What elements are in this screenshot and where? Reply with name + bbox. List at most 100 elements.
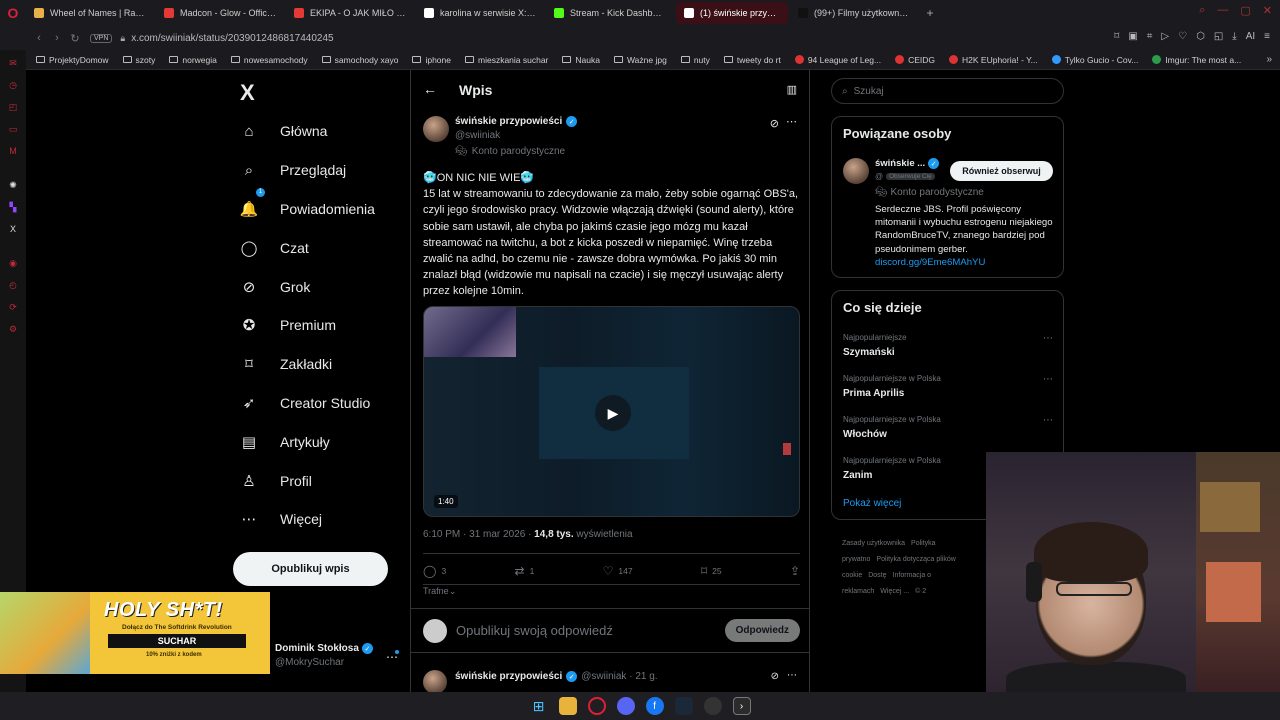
sidebar-chatgpt-icon[interactable]: ✺ bbox=[0, 174, 26, 196]
search-icon[interactable]: ⌕ bbox=[1199, 4, 1205, 17]
related-handle[interactable]: @ bbox=[875, 172, 883, 181]
trend-more-icon[interactable]: ⋯ bbox=[1043, 415, 1053, 426]
browser-tab[interactable]: Stream - Kick Dashboard bbox=[546, 2, 674, 24]
sort-replies-dropdown[interactable]: Trafne⌄ bbox=[423, 586, 456, 597]
show-more-link[interactable]: Pokaż więcej bbox=[843, 498, 901, 509]
author-name[interactable]: świńskie przypowieści bbox=[455, 116, 562, 127]
sidebar-clock-icon[interactable]: ◴ bbox=[0, 274, 26, 296]
bookmarks-overflow-icon[interactable]: » bbox=[1266, 54, 1272, 65]
sidebar-bag-icon[interactable]: ◰ bbox=[0, 96, 26, 118]
bookmark-item[interactable]: Tylko Gucio - Cov... bbox=[1051, 55, 1138, 65]
steam-icon[interactable] bbox=[674, 697, 693, 715]
url-field[interactable]: x.com/swiiniak/status/203901248681744024… bbox=[131, 33, 333, 44]
author-handle[interactable]: @swiiniak bbox=[455, 130, 500, 141]
footer-link[interactable]: © 2 bbox=[915, 588, 926, 595]
bookmark-item[interactable]: ProjektyDomow bbox=[36, 55, 109, 65]
nav-item[interactable]: ♙ Profil bbox=[232, 461, 375, 500]
reply-input[interactable]: Opublikuj swoją odpowiedź bbox=[456, 623, 613, 638]
author-name-row[interactable]: świńskie przypowieści ✓ bbox=[455, 116, 578, 127]
bookmark-page-icon[interactable]: ⌑ bbox=[1114, 31, 1119, 42]
bookmark-item[interactable]: mieszkania suchar bbox=[465, 55, 548, 65]
maximize-button[interactable]: ▢ bbox=[1240, 4, 1250, 17]
footer-link[interactable]: Więcej ... bbox=[880, 588, 909, 595]
wallet-icon[interactable]: ◱ bbox=[1214, 31, 1223, 42]
reply-button[interactable]: Odpowiedz bbox=[724, 619, 800, 642]
repost-action[interactable]: ⇄ 1 bbox=[515, 564, 535, 578]
user-avatar[interactable] bbox=[423, 619, 447, 643]
reply-action[interactable]: ◯ 3 bbox=[423, 564, 446, 578]
browser-tab[interactable]: Wheel of Names | Random bbox=[26, 2, 154, 24]
ai-button[interactable]: AI bbox=[1246, 31, 1255, 42]
back-arrow-icon[interactable]: ← bbox=[423, 81, 437, 97]
nav-item[interactable]: 🔔 1 Powiadomienia bbox=[232, 187, 375, 229]
bookmark-item[interactable]: Nauka bbox=[562, 55, 600, 65]
bookmark-item[interactable]: CEIDG bbox=[895, 55, 935, 65]
grok-icon[interactable]: ⊘ bbox=[770, 117, 779, 130]
grok-icon[interactable]: ⊘ bbox=[771, 671, 779, 682]
like-action[interactable]: ♡ 147 bbox=[603, 564, 633, 578]
bookmark-item[interactable]: Ważne jpg bbox=[613, 55, 667, 65]
reply-author-name[interactable]: świńskie przypowieści bbox=[455, 671, 562, 682]
reload-icon[interactable]: ↻ bbox=[66, 32, 84, 45]
nav-item[interactable]: ➶ Creator Studio bbox=[232, 384, 375, 423]
reply-author-row[interactable]: świńskie przypowieści ✓ @swiiniak · 21 g… bbox=[455, 671, 658, 682]
video-player[interactable]: ▶ 1:40 bbox=[423, 306, 800, 517]
play-button[interactable]: ▶ bbox=[595, 395, 631, 431]
forward-arrow-icon[interactable]: › bbox=[48, 32, 66, 44]
sidebar-sync-icon[interactable]: ⟳ bbox=[0, 296, 26, 318]
browser-tab[interactable]: Madcon - Glow - Official I bbox=[156, 2, 284, 24]
sidebar-x-icon[interactable]: X bbox=[0, 218, 26, 240]
nav-item[interactable]: ▤ Artykuły bbox=[232, 422, 375, 461]
play-icon[interactable]: ▷ bbox=[1161, 31, 1169, 42]
terminal-icon[interactable]: › bbox=[732, 697, 751, 715]
post-more-icon[interactable]: ⋯ bbox=[786, 115, 797, 128]
footer-link[interactable]: Zasady użytkownika bbox=[842, 540, 905, 547]
related-avatar[interactable] bbox=[843, 158, 869, 184]
trend-item[interactable]: Najpopularniejsze w Polska Włochów ⋯ bbox=[843, 415, 1053, 440]
nav-item[interactable]: ⌑ Zakładki bbox=[232, 345, 375, 384]
bookmark-item[interactable]: nuty bbox=[680, 55, 710, 65]
share-action[interactable]: ⇪ bbox=[790, 564, 800, 578]
crop-icon[interactable]: ⌗ bbox=[1147, 31, 1153, 42]
sidebar-player-icon[interactable]: ◉ bbox=[0, 252, 26, 274]
sidebar-history-icon[interactable]: ◷ bbox=[0, 74, 26, 96]
nav-item[interactable]: ✪ Premium bbox=[232, 306, 375, 345]
new-tab-button[interactable]: + bbox=[920, 6, 940, 20]
discord-icon[interactable] bbox=[616, 697, 635, 715]
bookmark-item[interactable]: szoty bbox=[122, 55, 155, 65]
related-name-row[interactable]: świńskie ... ✓ bbox=[875, 158, 940, 169]
reader-mode-icon[interactable]: ▥ bbox=[787, 83, 797, 96]
reply-author-avatar[interactable] bbox=[423, 670, 447, 692]
footer-link[interactable]: Dostę bbox=[868, 572, 886, 579]
minimize-button[interactable]: — bbox=[1217, 4, 1228, 17]
obs-icon[interactable] bbox=[703, 697, 722, 715]
account-switcher[interactable]: Dominik Stokłosa ✓ @MokrySuchar bbox=[275, 643, 373, 668]
sidebar-twitch-icon[interactable]: ▚ bbox=[0, 196, 26, 218]
nav-item[interactable]: ◯ Czat bbox=[232, 228, 375, 267]
snapshot-icon[interactable]: ▣ bbox=[1128, 31, 1137, 42]
facebook-icon[interactable]: f bbox=[645, 697, 664, 715]
nav-item[interactable]: ⌂ Główna bbox=[232, 112, 375, 151]
post-button[interactable]: Opublikuj wpis bbox=[233, 552, 388, 586]
sidebar-messenger-icon[interactable]: ✉ bbox=[0, 52, 26, 74]
back-arrow-icon[interactable]: ‹ bbox=[30, 32, 48, 44]
bookmark-item[interactable]: H2K EUphoria! - Y... bbox=[949, 55, 1038, 65]
bookmark-item[interactable]: tweety do rt bbox=[723, 55, 781, 65]
nav-item[interactable]: ⋯ Więcej bbox=[232, 500, 375, 539]
nav-item[interactable]: ⌕ Przeglądaj bbox=[232, 151, 375, 190]
reply-author-handle[interactable]: @swiiniak · 21 g. bbox=[581, 671, 657, 682]
opera-taskbar-icon[interactable] bbox=[587, 697, 606, 715]
opera-logo-icon[interactable]: O bbox=[0, 0, 26, 26]
bookmark-item[interactable]: 94 League of Leg... bbox=[794, 55, 881, 65]
trend-more-icon[interactable]: ⋯ bbox=[1043, 333, 1053, 344]
vpn-badge[interactable]: VPN bbox=[90, 33, 113, 43]
lock-icon[interactable]: 🔒︎ bbox=[120, 33, 125, 44]
author-avatar[interactable] bbox=[423, 116, 449, 142]
related-link[interactable]: discord.gg/9Eme6MAhYU bbox=[875, 257, 985, 268]
bookmark-item[interactable]: iphone bbox=[412, 55, 451, 65]
bookmark-item[interactable]: norwegia bbox=[169, 55, 217, 65]
bookmark-action[interactable]: ⌑ 25 bbox=[701, 564, 722, 578]
follow-back-button[interactable]: Również obserwuj bbox=[950, 161, 1053, 181]
extensions-icon[interactable]: ⬡ bbox=[1196, 31, 1205, 42]
related-name[interactable]: świńskie ... bbox=[875, 158, 925, 169]
